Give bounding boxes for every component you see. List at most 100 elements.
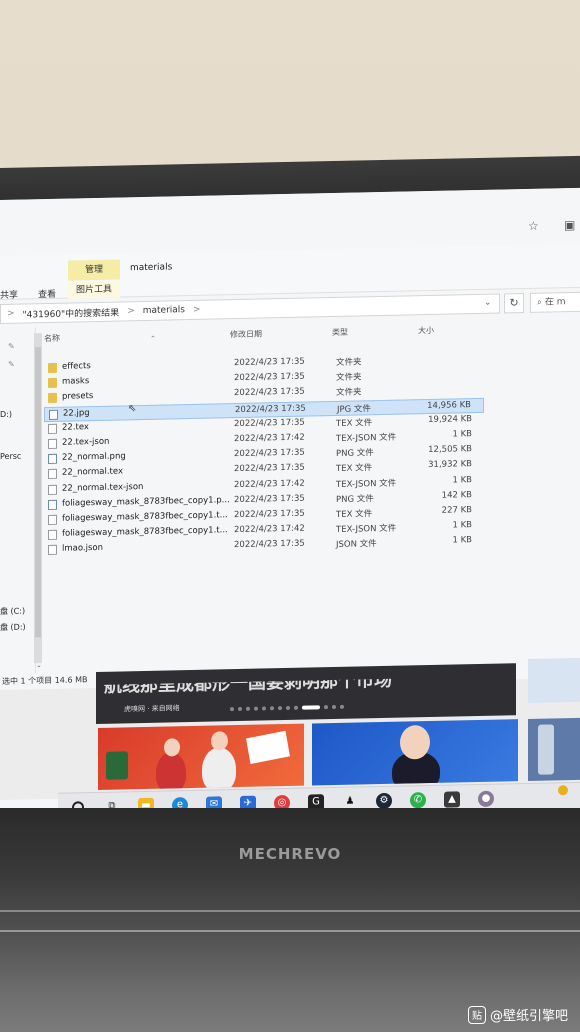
file-name: 22.tex-json xyxy=(62,436,110,448)
file-size: 1 KB xyxy=(452,429,472,440)
tab-view[interactable]: 查看 xyxy=(38,287,56,300)
nav-item-personal[interactable]: Persc xyxy=(0,452,21,461)
tab-manage[interactable]: 管理 xyxy=(68,259,120,281)
file-date: 2022/4/23 17:42 xyxy=(234,432,305,445)
nav-item-drive-c[interactable]: 盘 (C:) xyxy=(0,605,25,617)
file-size: 1 KB xyxy=(452,520,472,531)
refresh-icon[interactable]: ↻ xyxy=(504,293,524,314)
file-icon xyxy=(48,469,57,480)
file-type: TEX 文件 xyxy=(336,463,373,475)
tab-picture-tools[interactable]: 图片工具 xyxy=(68,281,120,299)
side-thumbnail[interactable] xyxy=(528,657,580,703)
news-card-image[interactable] xyxy=(98,723,304,790)
file-name: 22_normal.tex-json xyxy=(62,481,144,494)
file-size: 31,932 KB xyxy=(428,459,472,471)
watermark-text: @壁纸引擎吧 xyxy=(489,1009,568,1024)
file-name: foliagesway_mask_8783fbec_copy1.p... xyxy=(62,494,230,509)
file-date: 2022/4/23 17:35 xyxy=(234,417,305,429)
wallpaper-engine-icon[interactable]: ▲ xyxy=(444,791,460,808)
file-size: 12,505 KB xyxy=(428,444,472,456)
file-icon xyxy=(48,484,57,495)
file-type: PNG 文件 xyxy=(336,493,374,505)
search-input[interactable]: ⌕ 在 m xyxy=(530,291,580,313)
sort-arrow-icon: ⌃ xyxy=(150,334,156,343)
file-name: 22.tex xyxy=(62,421,89,433)
file-type: 文件夹 xyxy=(336,372,362,384)
scrollbar-thumb[interactable] xyxy=(35,347,41,638)
wechat-icon[interactable]: ✆ xyxy=(410,792,426,809)
file-size: 142 KB xyxy=(441,489,472,501)
notification-icon[interactable] xyxy=(558,785,568,796)
person-figure xyxy=(156,752,186,790)
window-controls: ☆ ▣ xyxy=(520,218,580,235)
file-size: 14,956 KB xyxy=(427,399,471,411)
carousel-dots[interactable] xyxy=(230,704,344,712)
column-headers: 名称 修改日期 类型 大小 xyxy=(40,322,580,349)
pin-icon: ✎ xyxy=(8,341,15,351)
watermark: 贴 @壁纸引擎吧 xyxy=(467,1005,568,1024)
news-banner[interactable]: 航线那里成都形一国要剥明那个市场 虎嗅网 · 来自网络 xyxy=(96,663,516,724)
window-title: materials xyxy=(130,262,173,274)
file-date: 2022/4/23 17:35 xyxy=(234,508,305,521)
banner-headline: 航线那里成都形一国要剥明那个市场 xyxy=(104,669,392,697)
file-name: foliagesway_mask_8783fbec_copy1.t... xyxy=(62,510,228,524)
news-card-image[interactable] xyxy=(528,717,580,781)
product-icon xyxy=(106,751,128,780)
image-file-icon xyxy=(49,409,58,420)
file-type: TEX 文件 xyxy=(336,418,373,429)
phone-icon xyxy=(538,724,554,775)
file-size: 1 KB xyxy=(452,535,472,546)
status-text: 选中 1 个项目 14.6 MB xyxy=(2,675,88,686)
image-file-icon xyxy=(48,499,57,510)
file-type: TEX-JSON 文件 xyxy=(336,478,397,490)
file-type: 文件夹 xyxy=(336,387,362,399)
file-date: 2022/4/23 17:35 xyxy=(234,463,305,475)
laptop-edge xyxy=(0,930,580,932)
breadcrumb-materials[interactable]: materials xyxy=(143,305,185,316)
nav-item-drive[interactable]: D:) xyxy=(0,410,12,419)
file-type: TEX 文件 xyxy=(336,509,373,520)
nav-scrollbar[interactable] xyxy=(34,333,42,664)
folder-icon xyxy=(48,362,57,373)
nav-item-drive-d[interactable]: 盘 (D:) xyxy=(0,621,26,633)
file-date: 2022/4/23 17:35 xyxy=(235,403,306,415)
column-type[interactable]: 类型 xyxy=(332,327,348,338)
file-icon xyxy=(48,529,57,541)
person-figure xyxy=(202,747,236,790)
column-size[interactable]: 大小 xyxy=(418,325,434,336)
file-type: TEX-JSON 文件 xyxy=(336,432,397,444)
image-file-icon xyxy=(48,453,57,465)
avatar-app-icon[interactable]: ● xyxy=(478,790,494,807)
file-date: 2022/4/23 17:35 xyxy=(234,539,305,551)
favorite-icon[interactable]: ☆ xyxy=(528,219,539,233)
laptop-brand-logo: MECHREVO xyxy=(238,845,342,863)
laptop-edge xyxy=(0,910,580,912)
scroll-down-icon[interactable]: ⌄ xyxy=(36,661,42,669)
pin-window-icon[interactable]: ▣ xyxy=(564,218,575,232)
file-icon xyxy=(48,438,57,449)
folder-icon xyxy=(48,377,57,389)
column-date[interactable]: 修改日期 xyxy=(230,329,262,341)
file-date: 2022/4/23 17:35 xyxy=(234,493,305,505)
breadcrumb-separator: > xyxy=(7,308,15,319)
breadcrumb-search-results[interactable]: "431960"中的搜索结果 xyxy=(23,305,120,320)
file-type: JSON 文件 xyxy=(336,539,377,551)
file-name: 22_normal.tex xyxy=(62,466,123,479)
file-type: 文件夹 xyxy=(336,357,362,368)
file-name: effects xyxy=(62,361,91,372)
file-name: 22.jpg xyxy=(63,407,90,419)
search-placeholder: 在 m xyxy=(544,297,566,308)
file-icon xyxy=(48,423,57,434)
file-type: PNG 文件 xyxy=(336,448,374,460)
file-date: 2022/4/23 17:35 xyxy=(234,371,305,384)
file-date: 2022/4/23 17:42 xyxy=(234,478,305,490)
steam-icon[interactable]: ⚙ xyxy=(376,792,392,810)
chevron-down-icon[interactable]: ⌄ xyxy=(484,298,492,308)
watermark-logo-icon: 贴 xyxy=(467,1005,486,1024)
tab-share[interactable]: 共享 xyxy=(0,288,18,301)
file-name: masks xyxy=(62,376,90,387)
breadcrumb-separator: > xyxy=(127,306,135,317)
column-name[interactable]: 名称 xyxy=(44,333,60,344)
news-card-image[interactable] xyxy=(312,719,518,786)
mouse-cursor-icon: ⇖ xyxy=(128,403,137,415)
